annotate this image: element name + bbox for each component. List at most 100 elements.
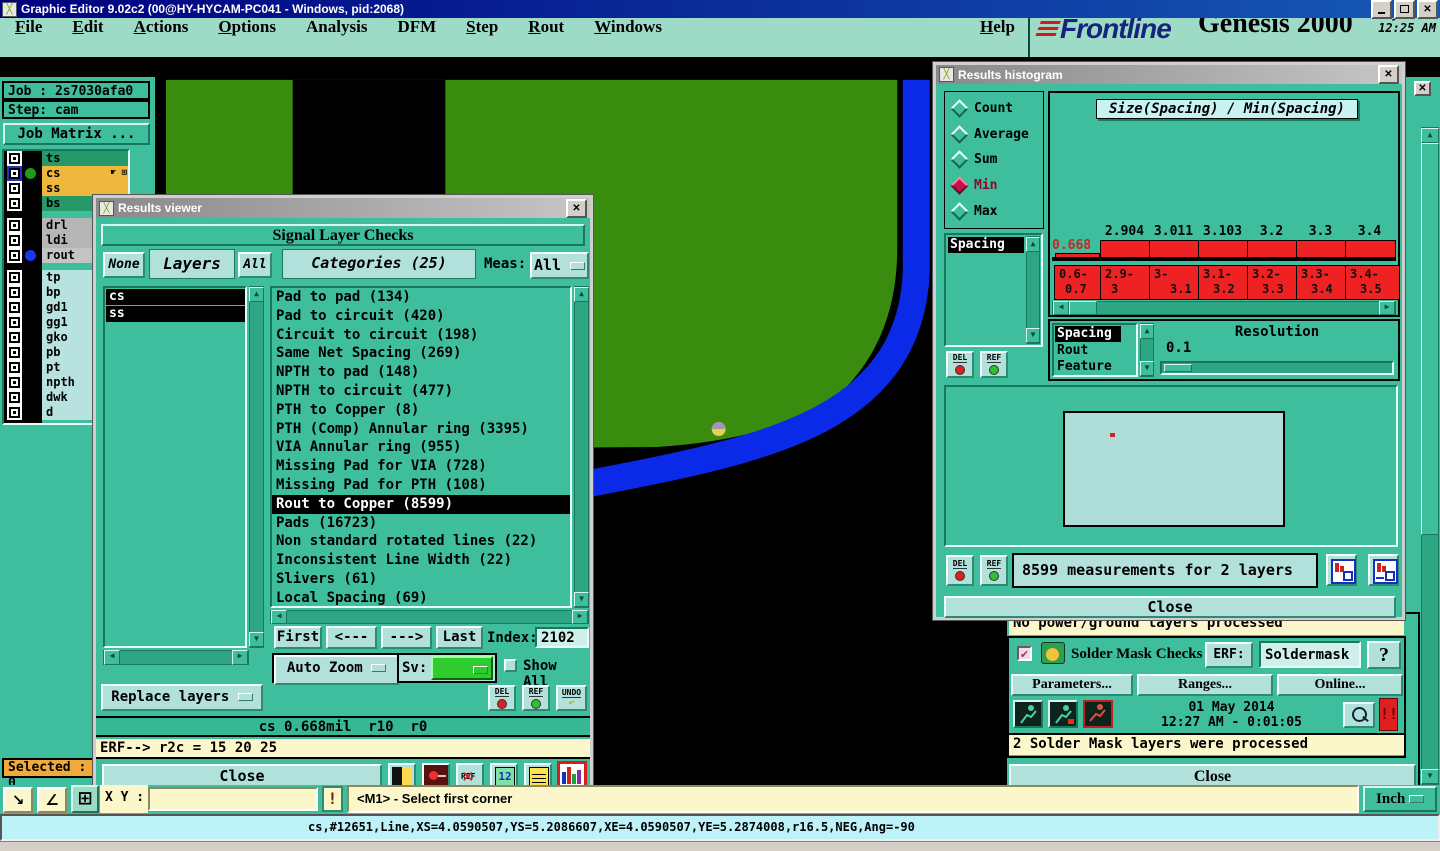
categories-hscrollbar[interactable]: ◀ ▶ [270, 610, 589, 624]
viewer-titlebar[interactable]: ╳ Results viewer ✕ [96, 198, 590, 218]
menu-options[interactable]: Options [218, 17, 276, 37]
category-item[interactable]: PTH (Comp) Annular ring (3395) [272, 420, 570, 439]
auto-zoom-dropdown[interactable]: Auto Zoom [274, 655, 399, 685]
parameters-button[interactable]: Parameters... [1011, 674, 1133, 696]
all-button[interactable]: All [238, 252, 272, 278]
scroll-right-icon[interactable]: ▶ [572, 610, 588, 624]
right-scrollbar[interactable]: ▲ ▼ [1421, 127, 1439, 785]
menu-help[interactable]: Help [980, 17, 1015, 37]
index-input[interactable] [535, 627, 589, 648]
scroll-thumb[interactable] [1421, 143, 1439, 535]
erf-name-input[interactable] [1259, 641, 1361, 668]
close-icon[interactable]: ✕ [1417, 0, 1438, 19]
source-item-spacing[interactable]: Spacing [1055, 326, 1121, 342]
menu-analysis[interactable]: Analysis [306, 17, 367, 37]
category-item[interactable]: Inconsistent Line Width (22) [272, 551, 570, 570]
scroll-right-icon[interactable]: ▶ [1379, 301, 1395, 315]
layer-checkbox[interactable] [7, 196, 22, 211]
alert-icon[interactable]: ! [322, 786, 343, 812]
histogram-to-layer-icon[interactable] [1326, 554, 1357, 586]
layer-checkbox[interactable] [7, 285, 22, 300]
menu-rout[interactable]: Rout [528, 17, 564, 37]
scroll-left-icon[interactable]: ◀ [271, 610, 287, 624]
del-button[interactable]: DEL [946, 351, 974, 378]
ref-button[interactable]: REF [522, 685, 550, 711]
online-button[interactable]: Online... [1277, 674, 1403, 696]
category-item[interactable]: Missing Pad for PTH (108) [272, 476, 570, 495]
none-button[interactable]: None [103, 252, 145, 278]
grid-toggle-icon[interactable]: ⊞ [71, 785, 99, 813]
layer-checkbox[interactable] [7, 248, 22, 263]
undo-button[interactable]: UNDO ↶ [556, 685, 587, 711]
scroll-right-icon[interactable]: ▶ [232, 650, 248, 665]
job-matrix-button[interactable]: Job Matrix ... [3, 123, 150, 145]
layer-checkbox[interactable] [7, 218, 22, 233]
menu-actions[interactable]: Actions [134, 17, 189, 37]
ref-button[interactable]: REF [980, 555, 1008, 586]
bin-range[interactable]: 3.1- 3.2 [1198, 265, 1251, 300]
category-item[interactable]: Non standard rotated lines (22) [272, 532, 570, 551]
help-button[interactable]: ? [1367, 641, 1401, 669]
menu-file[interactable]: File [15, 17, 42, 37]
layer-checkbox[interactable] [7, 405, 22, 420]
bin-range[interactable]: 3.2- 3.3 [1247, 265, 1300, 300]
scroll-up-icon[interactable]: ▲ [249, 287, 264, 302]
histogram-close-icon[interactable]: ✕ [1378, 65, 1399, 84]
scroll-left-icon[interactable]: ◀ [1053, 301, 1069, 315]
category-item[interactable]: NPTH to circuit (477) [272, 382, 570, 401]
show-all-checkbox[interactable] [504, 659, 517, 672]
xy-input[interactable] [148, 787, 318, 811]
first-button[interactable]: First [274, 626, 322, 649]
layer-row-ts[interactable]: ts [4, 151, 128, 166]
last-button[interactable]: Last [436, 626, 483, 649]
scroll-up-icon[interactable]: ▲ [1026, 237, 1040, 252]
layer-checkbox[interactable] [7, 315, 22, 330]
menu-step[interactable]: Step [466, 17, 498, 37]
stat-min[interactable]: Min [950, 176, 1043, 195]
bin-range[interactable]: 3.4- 3.5 [1345, 265, 1400, 300]
stat-max[interactable]: Max [950, 201, 1043, 221]
histogram-close-button[interactable]: Close [944, 596, 1396, 618]
histogram-from-layer-icon[interactable] [1368, 554, 1399, 586]
category-item[interactable]: Local Spacing (69) [272, 589, 570, 606]
category-item[interactable]: NPTH to pad (148) [272, 363, 570, 382]
layer-checkbox[interactable] [7, 270, 22, 285]
ranges-button[interactable]: Ranges... [1137, 674, 1273, 696]
del-button[interactable]: DEL [488, 685, 516, 711]
chart-scrollbar[interactable]: ◀ ▶ [1052, 301, 1396, 315]
menu-edit[interactable]: Edit [72, 17, 103, 37]
solder-mask-checkbox[interactable]: ✔ [1017, 646, 1032, 661]
sv-color-dropdown[interactable] [431, 656, 493, 680]
run-check-icon[interactable] [1013, 700, 1043, 728]
menu-dfm[interactable]: DFM [397, 17, 436, 37]
slider-thumb[interactable] [1164, 364, 1192, 372]
window-titlebar[interactable]: ╳ Graphic Editor 9.02c2 (00@HY-HYCAM-PC0… [0, 0, 1440, 19]
right-window-close-icon[interactable]: ✕ [1414, 81, 1431, 96]
diagonal-arrow-icon[interactable]: ↘ [3, 787, 33, 813]
restore-icon[interactable] [1394, 0, 1415, 19]
layer-checkbox[interactable] [7, 181, 22, 196]
layer-list-scrollbar[interactable]: ▲ ▼ [249, 286, 264, 648]
layer-row-ss[interactable]: ss [4, 181, 128, 196]
scroll-up-icon[interactable]: ▲ [1140, 324, 1154, 339]
layer-list-hscrollbar[interactable]: ◀ ▶ [103, 650, 249, 665]
category-item[interactable]: Circuit to circuit (198) [272, 326, 570, 345]
bin-range[interactable]: 2.9- 3 [1100, 265, 1153, 300]
scroll-down-icon[interactable]: ▼ [1421, 769, 1439, 784]
prev-button[interactable]: <--- [326, 626, 377, 649]
measure-type-item[interactable]: Spacing [948, 237, 1024, 253]
category-item-selected[interactable]: Rout to Copper (8599) [272, 494, 570, 514]
run-check-partial-icon[interactable] [1048, 700, 1078, 728]
board-preview[interactable] [944, 385, 1398, 547]
viewer-layer-item[interactable]: ss [106, 306, 245, 322]
rerun-check-icon[interactable] [1083, 700, 1113, 728]
category-item[interactable]: Same Net Spacing (269) [272, 344, 570, 363]
menu-windows[interactable]: Windows [594, 17, 662, 37]
layer-checkbox[interactable] [7, 375, 22, 390]
source-item-feature[interactable]: Feature [1054, 359, 1136, 375]
bin-range[interactable]: 3- 3.1 [1149, 265, 1202, 300]
erf-button[interactable]: ERF: [1205, 642, 1253, 668]
zoom-result-icon[interactable] [1343, 702, 1375, 728]
units-dropdown[interactable]: Inch [1363, 786, 1437, 812]
source-list-scrollbar[interactable]: ▲ ▼ [1140, 323, 1154, 377]
